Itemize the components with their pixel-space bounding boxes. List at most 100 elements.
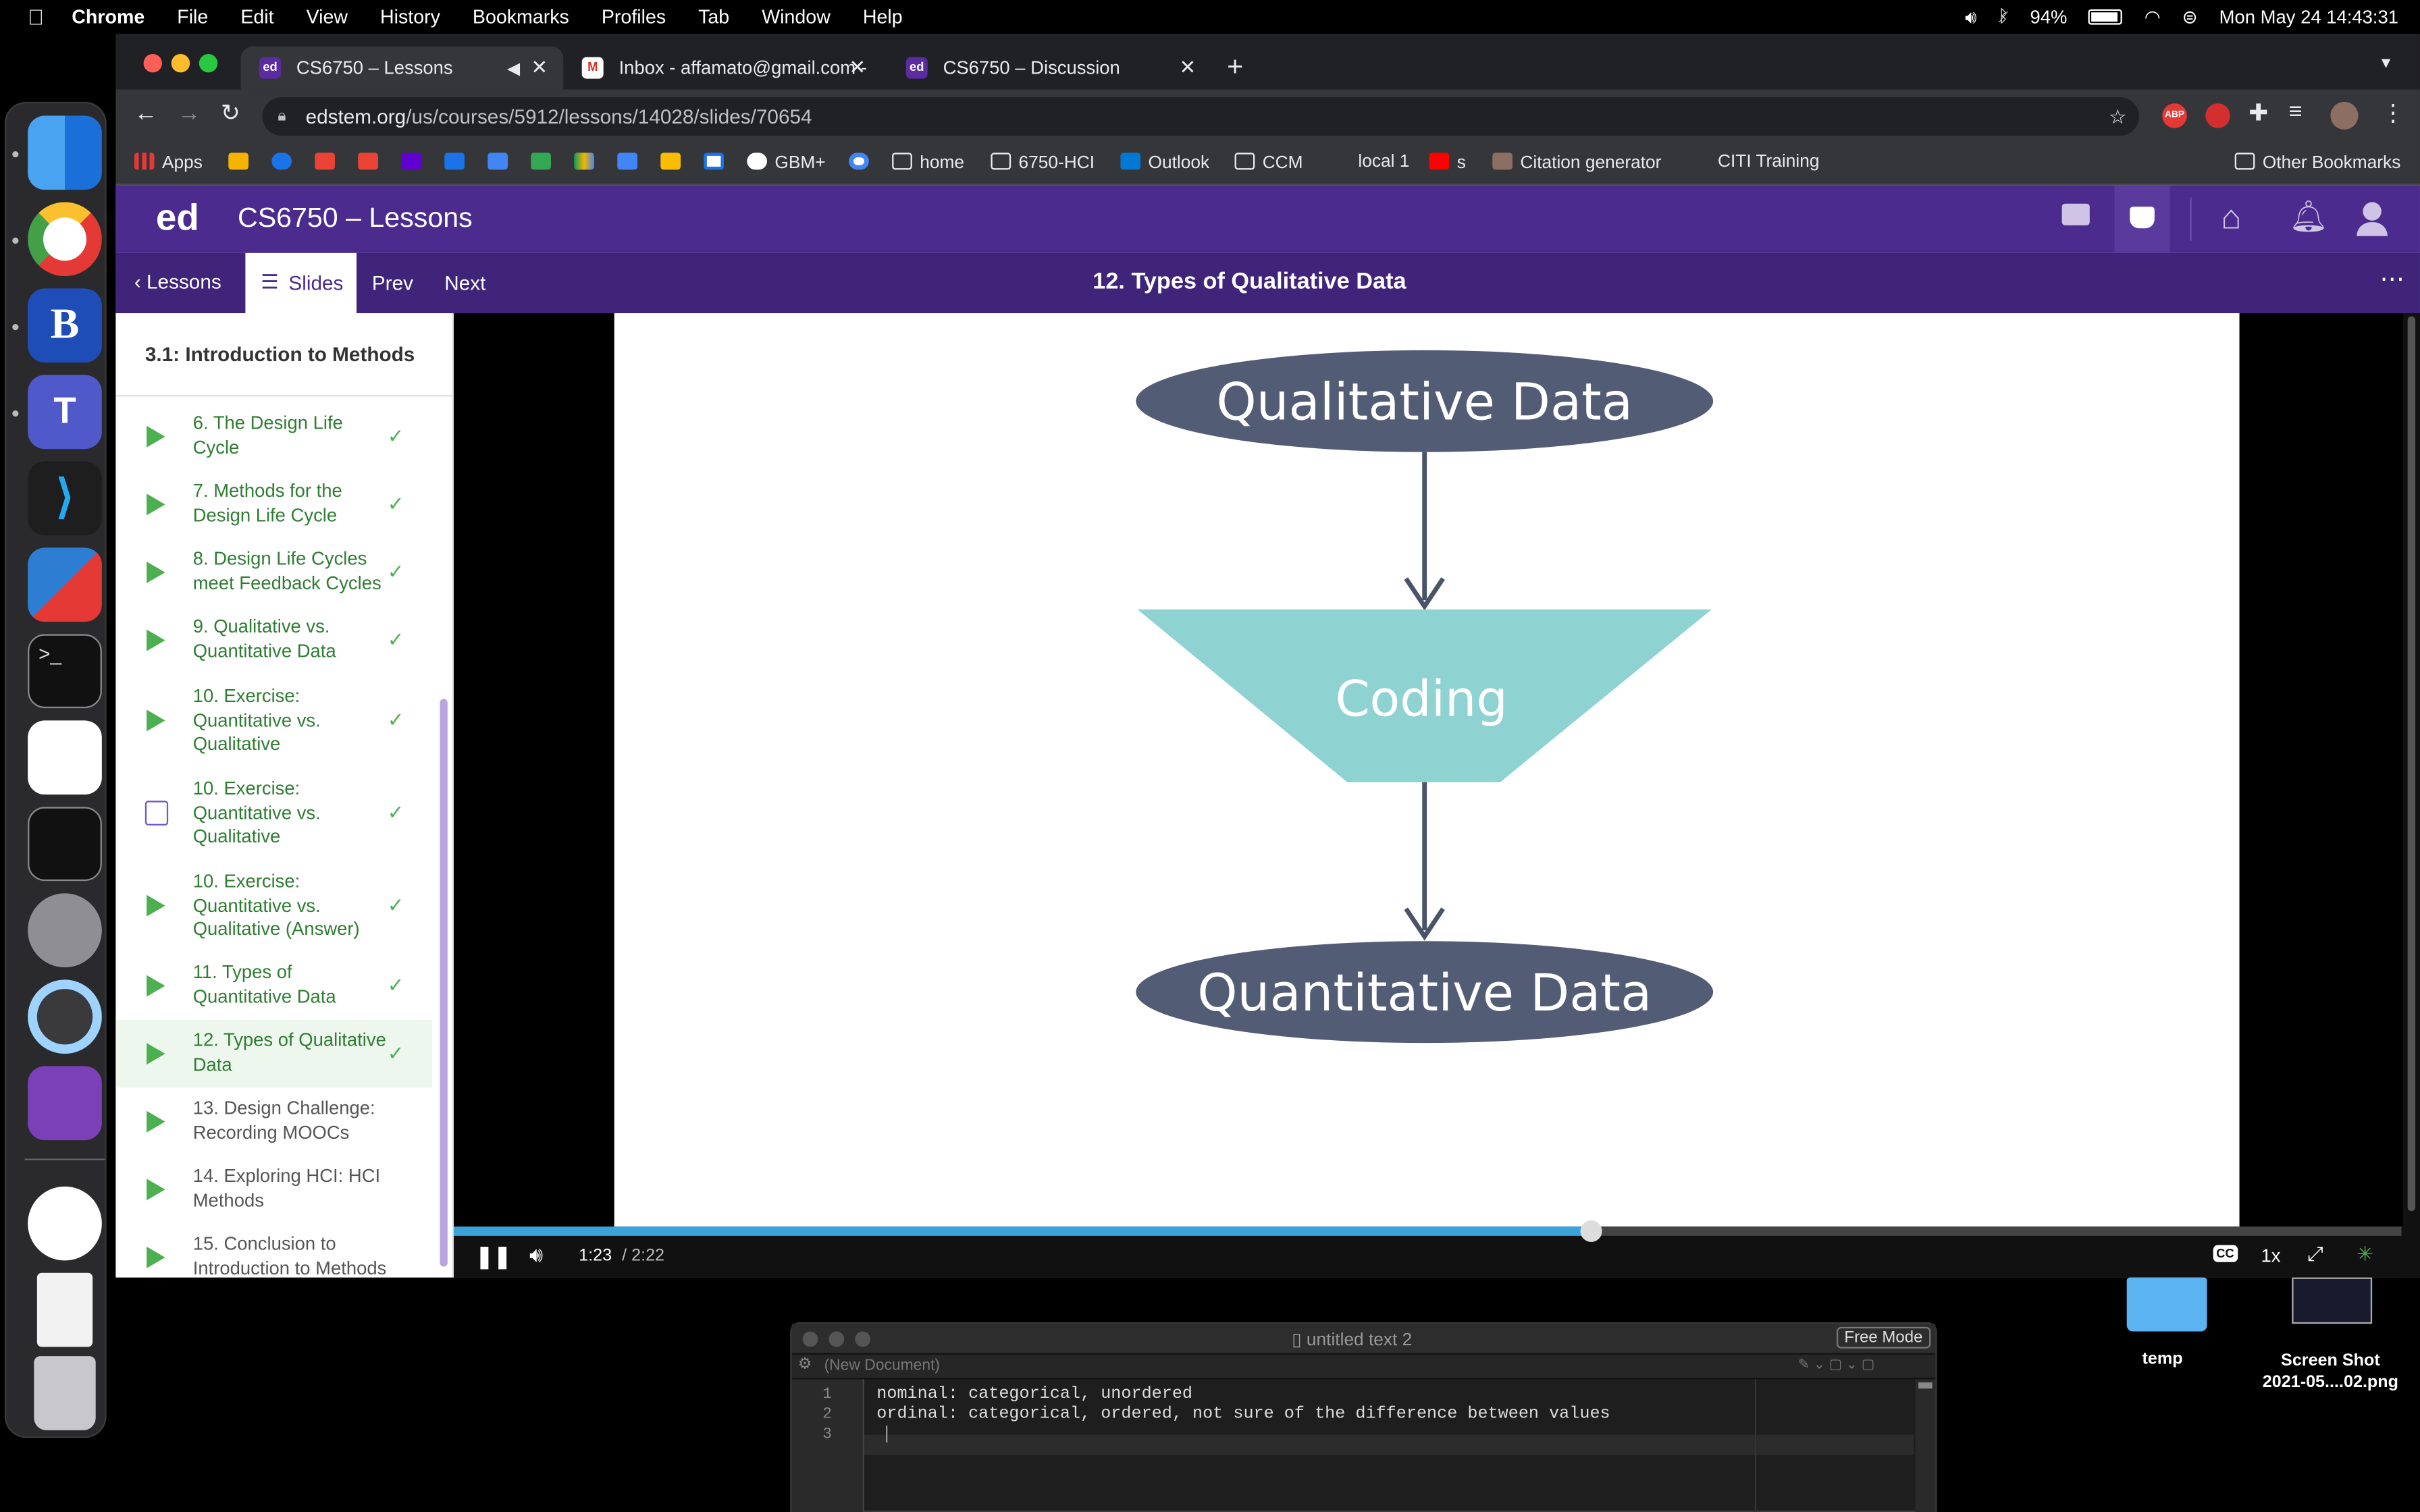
volume-icon[interactable]: 🔊︎ [1965,5,1976,28]
bookmark-gmail-2[interactable] [358,153,386,173]
document-icon[interactable] [36,1272,93,1347]
menu-bookmarks[interactable]: Bookmarks [473,6,569,28]
bookmark-folder-ccm[interactable]: CCM [1234,153,1303,173]
menu-app[interactable]: Chrome [72,6,144,28]
trash-icon[interactable] [34,1356,96,1430]
bookmark-drive[interactable] [574,153,602,173]
minimize-window-button[interactable] [828,1331,845,1347]
prev-button[interactable]: Prev [372,271,413,294]
lesson-item[interactable]: 6. The Design Life Cycle ✓ [115,403,432,471]
activity-monitor-icon[interactable] [28,807,102,882]
reading-list-icon[interactable]: ≡ [2289,99,2303,125]
close-window-button[interactable] [143,53,162,73]
chrome-menu-icon[interactable]: ⋮ [2382,99,2404,127]
next-button[interactable]: Next [444,271,485,294]
lock-icon[interactable]: 🔒︎ [278,97,286,136]
editor-text-area[interactable]: nominal: categorical, unordered ordinal:… [876,1386,1610,1446]
folder-icon[interactable] [2126,1277,2207,1332]
playback-speed-button[interactable]: 1x [2261,1245,2281,1267]
slides-button[interactable]: ☰ Slides [245,252,357,313]
bookmark-translate[interactable] [617,153,645,173]
editor-line[interactable]: ordinal: categorical, ordered, not sure … [876,1405,1610,1426]
editor-line-cursor[interactable] [876,1425,1610,1446]
bookmark-gbm[interactable]: GBM+ [747,153,826,173]
lessons-back-button[interactable]: ‹ Lessons [134,270,221,293]
reload-icon[interactable]: ↻ [221,99,240,127]
desktop-folder-label[interactable]: temp [2142,1350,2183,1368]
bluetooth-off-icon[interactable]: ᛒ̸ [1998,7,2008,26]
home-icon[interactable]: ⌂ [2221,198,2241,238]
forward-icon[interactable]: → [178,101,201,127]
lesson-item[interactable]: 10. Exercise: Quantitative vs. Qualitati… [115,859,432,952]
page-scrollbar[interactable] [2407,316,2416,1212]
github-desktop-icon[interactable] [28,1066,102,1141]
new-tab-button[interactable]: + [1227,51,1243,83]
address-bar[interactable]: 🔒︎ edstem.org/us/courses/5912/lessons/14… [262,97,2139,136]
menu-file[interactable]: File [177,6,208,28]
lesson-item[interactable]: 13. Design Challenge: Recording MOOCs [115,1087,432,1156]
captions-button[interactable]: CC [2213,1245,2238,1262]
app-store-icon[interactable] [28,1186,102,1261]
menu-profiles[interactable]: Profiles [602,6,666,28]
finder-icon[interactable] [28,115,102,190]
bookmark-citation[interactable]: Citation generator [1492,153,1661,173]
bookmark-yahoo[interactable] [401,153,429,173]
bookmark-folder-hci[interactable]: 6750-HCI [991,153,1095,173]
bookmark-youtube[interactable]: s [1429,153,1466,173]
sidebar-scrollbar[interactable] [440,699,448,1267]
lesson-item[interactable]: 10. Exercise: Quantitative vs. Qualitati… [115,674,432,767]
cyberduck-icon[interactable] [28,720,102,795]
lesson-item[interactable]: 14. Exploring HCI: HCI Methods [115,1156,432,1224]
bookmark-icon-2[interactable] [271,153,299,173]
bbedit-icon[interactable]: B [28,288,102,363]
bookmark-keep[interactable] [660,153,688,173]
parallels-icon[interactable] [28,547,102,622]
bookmark-local[interactable]: local 1 [1358,153,1409,171]
bookmark-maps[interactable] [531,153,558,173]
battery-icon[interactable] [2088,9,2123,25]
bookmark-gmail-1[interactable] [315,153,342,173]
screenshot-file-label[interactable]: Screen Shot 2021-05....02.png [2257,1350,2404,1393]
lesson-item[interactable]: 7. Methods for the Design Life Cycle ✓ [115,470,432,539]
free-mode-button[interactable]: Free Mode [1836,1326,1930,1349]
terminal-icon[interactable]: >_ [28,634,102,709]
menu-history[interactable]: History [380,6,440,28]
tab-search-icon[interactable]: ▼ [2378,55,2394,72]
pause-icon[interactable]: ❚❚ [475,1243,512,1270]
bookmark-apps[interactable]: Apps [134,153,203,173]
bookmark-icon-1[interactable] [228,153,256,173]
zoom-window-button[interactable] [199,53,218,73]
lesson-item[interactable]: 10. Exercise: Quantitative vs. Qualitati… [115,767,432,859]
editor-line[interactable]: nominal: categorical, unordered [876,1386,1610,1406]
lesson-item[interactable]: 9. Qualitative vs. Quantitative Data ✓ [115,606,432,674]
toolbar-pen-icon[interactable]: ✎ ⌄ ▢ ⌄ ▢ [1798,1356,1874,1373]
close-window-button[interactable] [802,1331,818,1347]
bookmark-other[interactable]: Other Bookmarks [2234,153,2400,173]
bookmark-star-icon[interactable]: ☆ [2109,97,2127,136]
lesson-item[interactable]: 8. Design Life Cycles meet Feedback Cycl… [115,539,432,607]
tab-lessons[interactable]: ed CS6750 – Lessons ◀︎ ✕ [240,46,564,90]
settings-spark-icon[interactable]: ✳ [2357,1242,2373,1267]
wifi-icon[interactable]: ◠ [2145,6,2161,28]
close-icon[interactable]: ✕ [849,55,866,80]
tab-audio-icon[interactable]: ◀︎ [507,58,520,78]
bookmark-outlook[interactable]: Outlook [1120,153,1209,173]
quicktime-icon[interactable] [28,979,102,1054]
gear-icon[interactable]: ⚙ [798,1356,812,1373]
extensions-puzzle-icon[interactable]: ✚ [2248,99,2268,127]
more-options-icon[interactable]: ⋯ [2380,264,2405,295]
lesson-item[interactable]: 12. Types of Qualitative Data ✓ [115,1019,432,1088]
menu-tab[interactable]: Tab [698,6,729,28]
bookmark-citi[interactable]: CITI Training [1718,153,1819,171]
system-preferences-icon[interactable] [28,893,102,968]
account-icon[interactable] [2354,199,2391,236]
vscode-icon[interactable]: ⟩ [28,461,102,536]
lesson-item[interactable]: 11. Types of Quantitative Data ✓ [115,952,432,1020]
bookmark-meet[interactable] [444,153,472,173]
extension-icon[interactable] [2205,103,2230,128]
seek-bar[interactable] [453,1220,2402,1242]
menu-help[interactable]: Help [863,6,903,28]
screenshot-thumbnail[interactable] [2292,1277,2373,1324]
clock[interactable]: Mon May 24 14:43:31 [2219,6,2398,28]
editor-scrollbar[interactable] [1915,1379,1936,1512]
